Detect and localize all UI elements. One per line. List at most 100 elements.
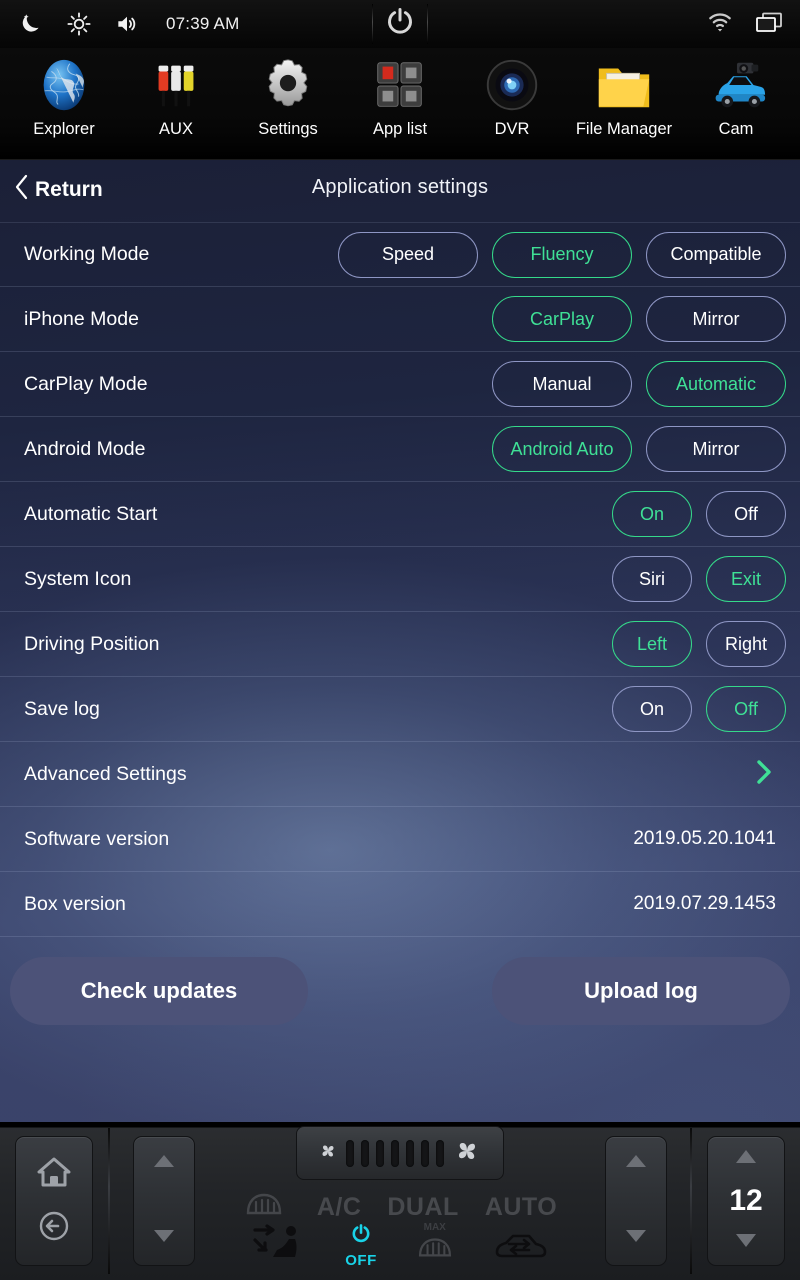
fan-bar [406, 1139, 414, 1167]
dual-label[interactable]: DUAL [387, 1193, 458, 1222]
power-icon[interactable] [383, 5, 417, 44]
dock-item-file-manager[interactable]: File Manager [570, 54, 678, 139]
dock-item-explorer[interactable]: Explorer [10, 54, 118, 139]
home-icon[interactable] [34, 1154, 74, 1195]
dock-label: Settings [258, 120, 318, 138]
recent-apps-icon[interactable] [754, 10, 784, 39]
row-label: Working Mode [24, 243, 150, 265]
head-unit-screen: 07:39 AM Explorer AUX Settings App list … [0, 0, 800, 1280]
dock-item-app-list[interactable]: App list [346, 54, 454, 139]
moon-star-icon[interactable] [18, 11, 44, 37]
row-controls: On Off [612, 491, 786, 537]
nav-button-group [0, 1122, 108, 1280]
airflow-seat-icon[interactable] [251, 1222, 307, 1271]
row-label: Software version [24, 827, 170, 850]
volume-icon[interactable] [114, 11, 140, 37]
climate-function-icons: OFF MAX [218, 1222, 582, 1271]
wifi-icon[interactable] [706, 11, 734, 38]
check-updates-button[interactable]: Check updates [10, 957, 308, 1025]
row-label: Box version [24, 892, 126, 915]
fan-bar [361, 1139, 369, 1167]
option-button-left[interactable]: Left [612, 621, 692, 667]
software-version-value: 2019.05.20.1041 [633, 828, 776, 849]
climate-center: A/C DUAL AUTO OFF MAX [218, 1122, 582, 1280]
arrow-up-icon[interactable] [623, 1153, 649, 1174]
arrow-up-icon[interactable] [733, 1149, 759, 1169]
car-camera-icon [705, 54, 767, 116]
option-button-fluency[interactable]: Fluency [492, 231, 632, 278]
fan-speed-slider[interactable] [296, 1126, 504, 1180]
row-controls: Speed Fluency Compatible [338, 231, 786, 278]
option-button-off[interactable]: Off [706, 491, 786, 537]
option-button-right[interactable]: Right [706, 621, 786, 667]
settings-list: Working Mode Speed Fluency Compatible iP… [0, 222, 800, 937]
option-button-mirror[interactable]: Mirror [646, 296, 786, 342]
right-temp-stepper [582, 1122, 690, 1280]
dock-label: Explorer [33, 120, 95, 138]
option-button-mirror[interactable]: Mirror [646, 426, 786, 472]
ac-label[interactable]: A/C [317, 1193, 362, 1222]
fan-bar [346, 1139, 354, 1167]
dock-item-settings[interactable]: Settings [234, 54, 342, 139]
option-button-manual[interactable]: Manual [492, 361, 632, 407]
dock-label: DVR [494, 120, 530, 138]
settings-row-system-icon: System Icon Siri Exit [0, 547, 800, 612]
chevron-right-icon[interactable] [752, 757, 786, 792]
dock-item-aux[interactable]: AUX [122, 54, 230, 139]
camera-lens-icon [481, 54, 543, 116]
rear-defrost-button[interactable]: MAX [415, 1222, 455, 1266]
box-version-value: 2019.07.29.1453 [633, 893, 776, 914]
arrow-down-icon[interactable] [733, 1233, 759, 1253]
settings-row-software-version: Software version 2019.05.20.1041 [0, 807, 800, 872]
power-icon [349, 1222, 373, 1251]
option-button-on[interactable]: On [612, 491, 692, 537]
rca-cable-icon [145, 54, 207, 116]
settings-row-automatic-start: Automatic Start On Off [0, 482, 800, 547]
brightness-icon[interactable] [66, 11, 92, 37]
row-label: Save log [24, 697, 100, 720]
auto-label[interactable]: AUTO [485, 1193, 557, 1222]
option-button-siri[interactable]: Siri [612, 556, 692, 602]
status-bar-right [706, 0, 784, 48]
row-label: Advanced Settings [24, 762, 187, 785]
option-button-off[interactable]: Off [706, 686, 786, 732]
option-button-android-auto[interactable]: Android Auto [492, 426, 632, 472]
settings-row-working-mode: Working Mode Speed Fluency Compatible [0, 222, 800, 287]
option-button-compatible[interactable]: Compatible [646, 231, 786, 278]
row-label: Driving Position [24, 632, 160, 655]
arrow-down-icon[interactable] [623, 1228, 649, 1249]
option-button-carplay[interactable]: CarPlay [492, 296, 632, 342]
arrow-down-icon[interactable] [151, 1228, 177, 1249]
arrow-up-icon[interactable] [151, 1153, 177, 1174]
dock-label: Cam [718, 120, 754, 138]
back-arrow-icon[interactable] [36, 1208, 72, 1249]
dock-item-dvr[interactable]: DVR [458, 54, 566, 139]
row-controls: CarPlay Mirror [492, 296, 786, 342]
settings-row-android-mode: Android Mode Android Auto Mirror [0, 417, 800, 482]
air-recirculation-icon[interactable] [493, 1230, 549, 1267]
settings-row-driving-position: Driving Position Left Right [0, 612, 800, 677]
row-controls: On Off [612, 686, 786, 732]
option-button-on[interactable]: On [612, 686, 692, 732]
gear-icon [257, 54, 319, 116]
upload-log-button[interactable]: Upload log [492, 957, 790, 1025]
dock-item-cam[interactable]: Cam [682, 54, 790, 139]
status-bar-clock: 07:39 AM [166, 14, 240, 33]
status-bar-power [372, 0, 428, 48]
status-bar-left: 07:39 AM [0, 11, 239, 37]
option-button-speed[interactable]: Speed [338, 231, 478, 278]
status-bar: 07:39 AM [0, 0, 800, 48]
fan-bar [421, 1139, 429, 1167]
settings-row-advanced-settings[interactable]: Advanced Settings [0, 742, 800, 807]
row-controls: Manual Automatic [492, 361, 786, 407]
climate-power-toggle[interactable]: OFF [345, 1222, 377, 1269]
settings-row-iphone-mode: iPhone Mode CarPlay Mirror [0, 287, 800, 352]
option-button-automatic[interactable]: Automatic [646, 361, 786, 407]
row-controls: Android Auto Mirror [492, 426, 786, 472]
dock-label: File Manager [575, 120, 673, 138]
fan-bar [391, 1139, 399, 1167]
fan-bar [376, 1139, 384, 1167]
page-title: Application settings [311, 176, 489, 198]
app-dock: Explorer AUX Settings App list DVR File … [0, 48, 800, 160]
option-button-exit[interactable]: Exit [706, 556, 786, 602]
